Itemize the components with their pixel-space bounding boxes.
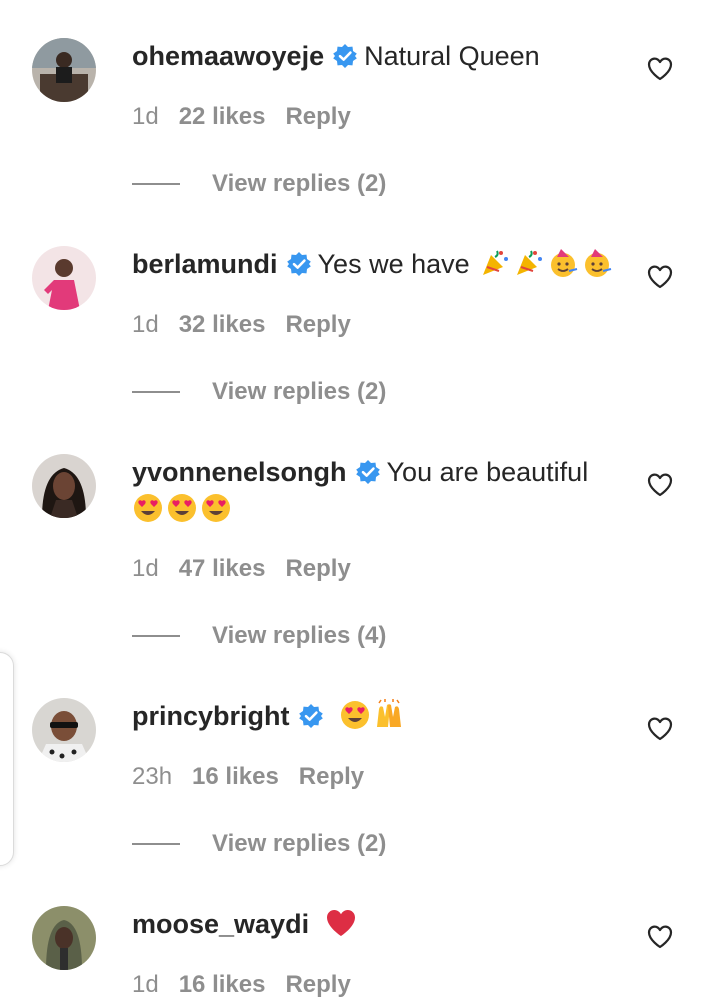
view-replies-button[interactable]: View replies (2) <box>132 829 386 859</box>
comment-text: Yes we have <box>317 249 470 279</box>
reply-button[interactable]: Reply <box>285 311 350 338</box>
heart-eyes-icon <box>166 492 198 524</box>
likes-count[interactable]: 16 likes <box>192 763 279 790</box>
username[interactable]: moose_waydi <box>132 909 309 939</box>
red-heart-icon <box>325 907 357 939</box>
partying-face-icon <box>547 247 579 279</box>
avatar[interactable] <box>32 246 96 310</box>
comment-time: 23h <box>132 763 173 790</box>
reply-button[interactable]: Reply <box>299 763 364 790</box>
comment-time: 1d <box>132 555 159 582</box>
comment-text: Natural Queen <box>364 41 540 71</box>
likes-count[interactable]: 32 likes <box>179 311 266 338</box>
like-heart-icon[interactable] <box>646 715 674 743</box>
party-popper-icon <box>513 247 545 279</box>
reply-button[interactable]: Reply <box>285 555 350 582</box>
username[interactable]: ohemaawoyeje <box>132 41 324 71</box>
view-replies-label: View replies (4) <box>212 622 387 649</box>
avatar[interactable] <box>32 906 96 970</box>
likes-count[interactable]: 47 likes <box>179 555 266 582</box>
avatar[interactable] <box>32 38 96 102</box>
username[interactable]: princybright <box>132 701 290 731</box>
verified-badge-icon <box>286 251 312 277</box>
like-heart-icon[interactable] <box>646 55 674 83</box>
replies-divider <box>132 391 180 393</box>
party-popper-icon <box>479 247 511 279</box>
heart-eyes-icon <box>200 492 232 524</box>
comment-text: You are beautiful <box>386 457 589 487</box>
partying-face-icon <box>581 247 613 279</box>
verified-badge-icon <box>332 43 358 69</box>
replies-divider <box>132 843 180 845</box>
reply-button[interactable]: Reply <box>285 103 350 130</box>
like-heart-icon[interactable] <box>646 471 674 499</box>
avatar[interactable] <box>32 454 96 518</box>
view-replies-label: View replies (2) <box>212 378 387 405</box>
verified-badge-icon <box>355 459 381 485</box>
heart-eyes-icon <box>339 699 371 731</box>
raising-hands-icon <box>373 699 405 731</box>
comment-time: 1d <box>132 311 159 338</box>
username[interactable]: berlamundi <box>132 249 278 279</box>
view-replies-button[interactable]: View replies (2) <box>132 169 386 199</box>
avatar[interactable] <box>32 698 96 762</box>
reply-button[interactable]: Reply <box>285 971 350 998</box>
comment-time: 1d <box>132 971 159 998</box>
likes-count[interactable]: 16 likes <box>179 971 266 998</box>
view-replies-label: View replies (2) <box>212 830 387 857</box>
like-heart-icon[interactable] <box>646 263 674 291</box>
view-replies-button[interactable]: View replies (4) <box>132 621 386 651</box>
view-replies-label: View replies (2) <box>212 170 387 197</box>
side-floating-panel <box>0 652 14 866</box>
comment-time: 1d <box>132 103 159 130</box>
replies-divider <box>132 183 180 185</box>
username[interactable]: yvonnenelsongh <box>132 457 347 487</box>
replies-divider <box>132 635 180 637</box>
likes-count[interactable]: 22 likes <box>179 103 266 130</box>
heart-eyes-icon <box>132 492 164 524</box>
like-heart-icon[interactable] <box>646 923 674 951</box>
verified-badge-icon <box>298 703 324 729</box>
view-replies-button[interactable]: View replies (2) <box>132 377 386 407</box>
